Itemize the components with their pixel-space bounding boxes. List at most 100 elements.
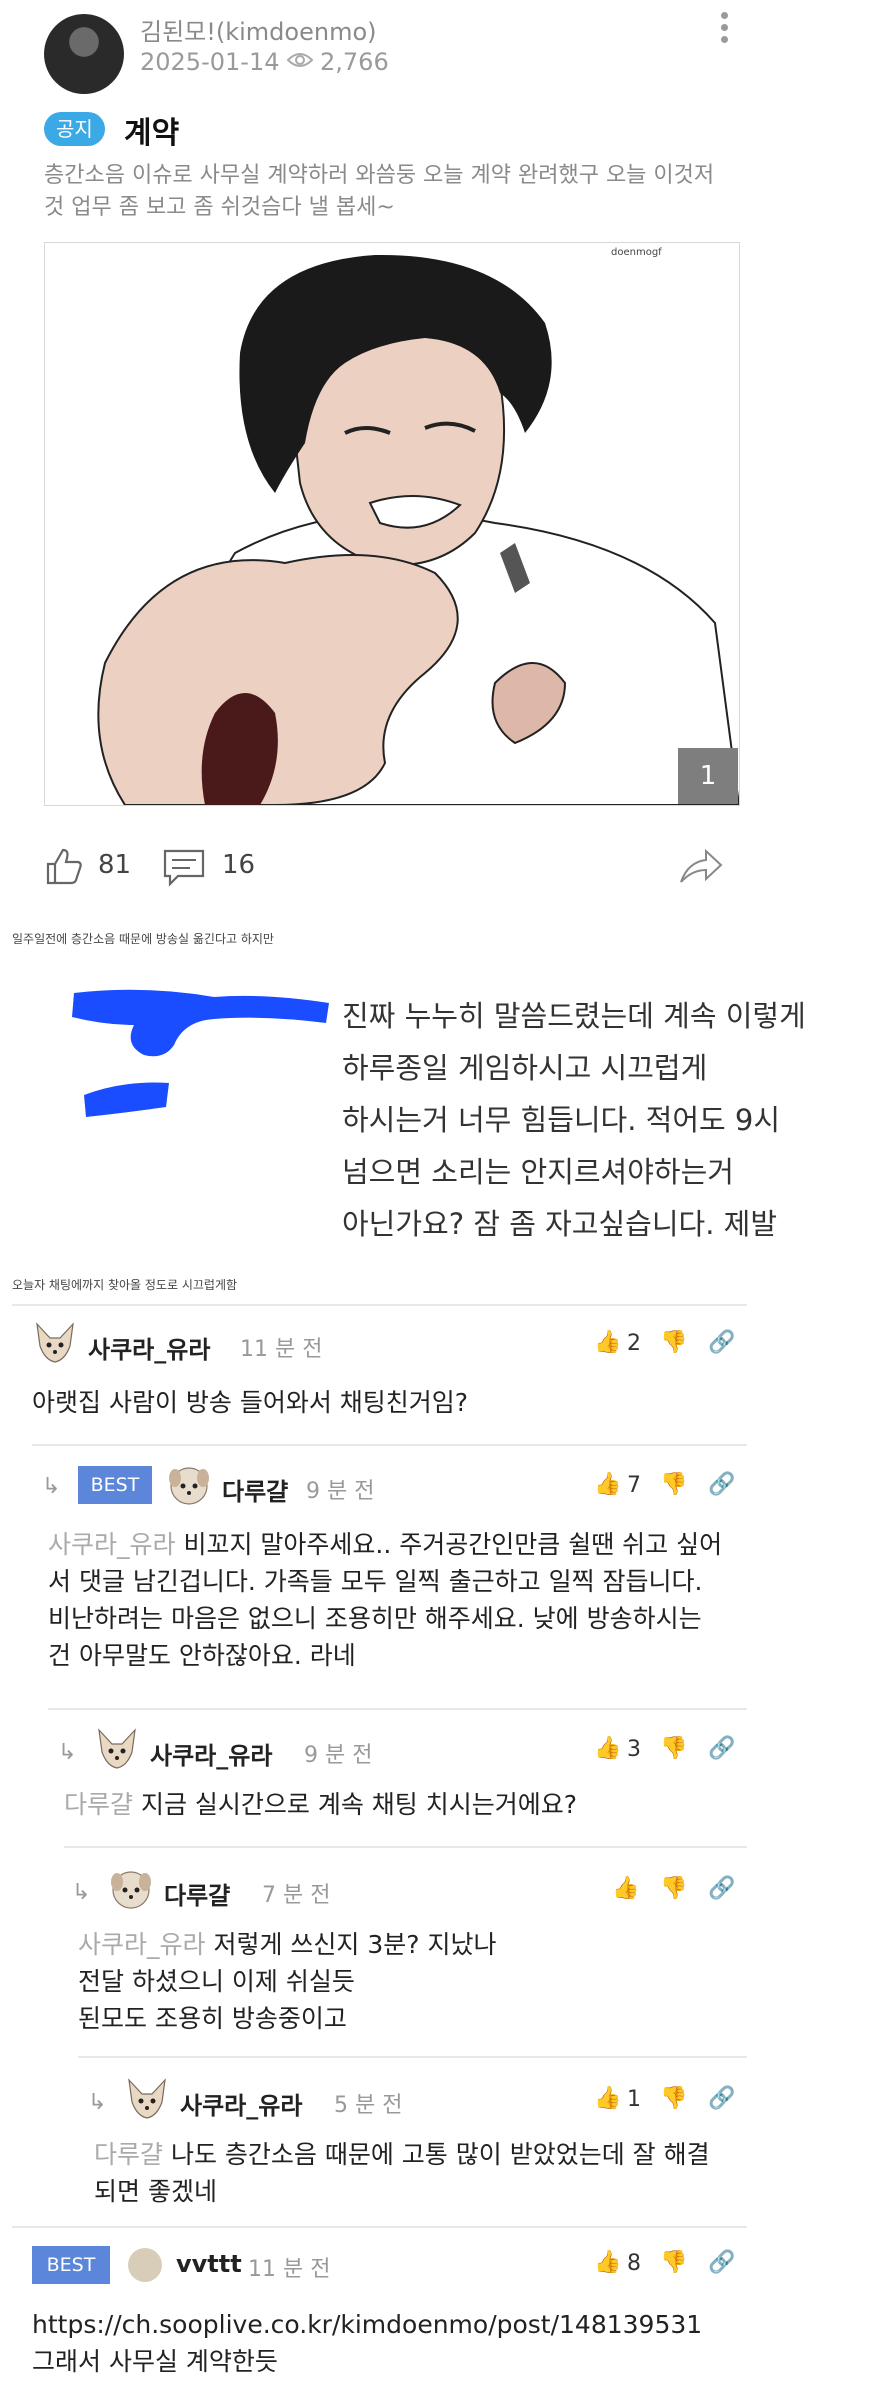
comment-line: 된모도 조용히 방송중이고 <box>78 2004 347 2033</box>
message-line: 넘으면 소리는 안지르셔야하는거 <box>342 1155 734 1189</box>
reply-arrow-icon: ↳ <box>58 1740 77 1765</box>
share-icon[interactable] <box>678 848 724 886</box>
comment-line: 지금 실시간으로 계속 채팅 치시는거에요? <box>140 1790 578 1819</box>
comment-like-count: 7 <box>627 1473 641 1498</box>
post-card: 김된모!(kimdoenmo) 2025-01-14 2,766 공지 계약 층… <box>0 0 765 900</box>
image-counter: 1 <box>678 748 738 804</box>
caption-before-message: 일주일전에 층간소음 때문에 방송실 옮긴다고 하지만 <box>12 932 274 946</box>
dislike-icon[interactable]: 👎 <box>660 2250 687 2275</box>
comment-author[interactable]: 다루걀 <box>222 1472 288 1507</box>
redaction-mark <box>72 989 329 1117</box>
best-badge: BEST <box>78 1466 152 1504</box>
puppy-avatar <box>111 1871 151 1909</box>
view-count: 2,766 <box>320 48 389 76</box>
mention[interactable]: 사쿠라_유라 <box>78 1930 206 1959</box>
mention[interactable]: 다루걀 <box>64 1790 133 1819</box>
comment-like-count: 2 <box>627 1331 641 1356</box>
image-watermark: doenmogf <box>611 247 662 258</box>
divider <box>78 2056 747 2058</box>
comment-line: 되면 좋겠네 <box>94 2177 217 2206</box>
notice-badge: 공지 <box>44 112 105 146</box>
link-icon[interactable]: 🔗 <box>708 2086 735 2111</box>
divider <box>12 2226 747 2228</box>
comment-time: 9 분 전 <box>306 1479 375 1504</box>
comment-count: 16 <box>222 850 256 880</box>
divider <box>64 1846 747 1848</box>
like-count: 81 <box>98 850 132 880</box>
comment-link[interactable]: https://ch.sooplive.co.kr/kimdoenmo/post… <box>32 2306 812 2343</box>
like-icon[interactable]: 👍 <box>594 1330 621 1355</box>
dislike-icon[interactable]: 👎 <box>660 2086 687 2111</box>
like-icon[interactable]: 👍 <box>594 2250 621 2275</box>
reply-arrow-icon: ↳ <box>88 2090 107 2115</box>
dislike-icon[interactable]: 👎 <box>660 1472 687 1497</box>
user-avatar <box>128 2248 162 2282</box>
chihuahua-avatar <box>98 1728 136 1769</box>
comment-author[interactable]: 다루걀 <box>164 1876 230 1911</box>
comment-like-count: 8 <box>627 2251 641 2276</box>
best-badge: BEST <box>32 2246 110 2284</box>
reply-arrow-icon: ↳ <box>72 1880 91 1905</box>
puppy-avatar <box>169 1467 209 1505</box>
post-title: 계약 <box>124 116 180 151</box>
comment-line: 서 댓글 남긴겁니다. 가족들 모두 일찍 출근하고 일찍 잠듭니다. <box>48 1567 703 1596</box>
chihuahua-avatar <box>128 2078 166 2119</box>
dislike-icon[interactable]: 👎 <box>660 1736 687 1761</box>
divider <box>48 1708 747 1710</box>
link-icon[interactable]: 🔗 <box>708 1472 735 1497</box>
post-body: 층간소음 이슈로 사무실 계약하러 와씀둥 오늘 계약 완려했구 오늘 이것저것… <box>44 163 715 220</box>
comment-author[interactable]: 사쿠라_유라 <box>88 1330 210 1365</box>
comment-author[interactable]: 사쿠라_유라 <box>180 2086 302 2121</box>
comment-body: 다루걀 지금 실시간으로 계속 채팅 치시는거에요? <box>64 1786 744 1823</box>
comment-body: 다루걀 나도 층간소음 때문에 고통 많이 받았었는데 잘 해결 되면 좋겠네 <box>94 2136 744 2210</box>
link-icon[interactable]: 🔗 <box>708 1330 735 1355</box>
comment-like-count: 1 <box>627 2087 641 2112</box>
comment-time: 9 분 전 <box>304 1743 373 1768</box>
comment-line: 저렇게 쓰신지 3분? 지났나 <box>213 1930 497 1959</box>
comment-author[interactable]: 사쿠라_유라 <box>150 1736 272 1771</box>
like-icon[interactable]: 👍 <box>594 2086 621 2111</box>
comment-line: 비꼬지 말아주세요.. 주거공간인만큼 쉴땐 쉬고 싶어 <box>183 1530 723 1559</box>
caption-before-comments: 오늘자 채팅에까지 찾아올 정도로 시끄럽게함 <box>12 1278 238 1292</box>
comment-time: 5 분 전 <box>334 2093 403 2118</box>
comment-author[interactable]: vvttt <box>176 2250 242 2278</box>
link-icon[interactable]: 🔗 <box>708 2250 735 2275</box>
like-icon[interactable]: 👍 <box>594 1472 621 1497</box>
message-line: 하루종일 게임하시고 시끄럽게 <box>342 1051 708 1085</box>
mention[interactable]: 사쿠라_유라 <box>48 1530 176 1559</box>
dislike-icon[interactable]: 👎 <box>660 1876 687 1901</box>
post-date: 2025-01-14 <box>140 48 280 76</box>
link-icon[interactable]: 🔗 <box>708 1736 735 1761</box>
comment-line: 그래서 사무실 계약한듯 <box>32 2347 278 2376</box>
comment-time: 11 분 전 <box>248 2257 331 2282</box>
author-name[interactable]: 김된모!(kimdoenmo) <box>140 12 377 47</box>
comment-body: 아랫집 사람이 방송 들어와서 채팅친거임? <box>32 1388 469 1417</box>
comment-like-count: 3 <box>627 1737 641 1762</box>
comment-line: 비난하려는 마음은 없으니 조용히만 해주세요. 낮에 방송하시는 <box>48 1604 702 1633</box>
comment-body: 사쿠라_유라 비꼬지 말아주세요.. 주거공간인만큼 쉴땐 쉬고 싶어 서 댓글… <box>48 1526 748 1674</box>
like-icon[interactable]: 👍 <box>612 1876 639 1901</box>
author-avatar[interactable] <box>44 14 124 94</box>
like-icon[interactable] <box>44 846 84 886</box>
mention[interactable]: 다루걀 <box>94 2140 163 2169</box>
chihuahua-avatar <box>36 1322 74 1363</box>
like-icon[interactable]: 👍 <box>594 1736 621 1761</box>
link-icon[interactable]: 🔗 <box>708 1876 735 1901</box>
comment-time: 7 분 전 <box>262 1883 331 1908</box>
reply-arrow-icon: ↳ <box>42 1474 61 1499</box>
message-line: 아닌가요? 잠 좀 자고싶습니다. 제발 <box>342 1207 778 1241</box>
message-line: 하시는거 너무 힘듭니다. 적어도 9시 <box>342 1103 781 1137</box>
comment-time: 11 분 전 <box>240 1337 323 1362</box>
comment-icon[interactable] <box>162 848 206 888</box>
comment-line: 나도 층간소음 때문에 고통 많이 받았었는데 잘 해결 <box>170 2140 710 2169</box>
more-options-icon[interactable] <box>718 12 730 46</box>
dislike-icon[interactable]: 👎 <box>660 1330 687 1355</box>
cartoon-illustration <box>97 254 739 805</box>
comment-body: https://ch.sooplive.co.kr/kimdoenmo/post… <box>32 2306 812 2380</box>
eye-icon <box>286 53 314 67</box>
divider <box>12 1304 747 1306</box>
comment-body: 사쿠라_유라 저렇게 쓰신지 3분? 지났나 전달 하셨으니 이제 쉬실듯 된모… <box>78 1926 738 2037</box>
post-image[interactable]: doenmogf <box>44 242 740 806</box>
comment-line: 건 아무말도 안하잖아요. 라네 <box>48 1641 356 1670</box>
comment-line: 전달 하셨으니 이제 쉬실듯 <box>78 1967 355 1996</box>
